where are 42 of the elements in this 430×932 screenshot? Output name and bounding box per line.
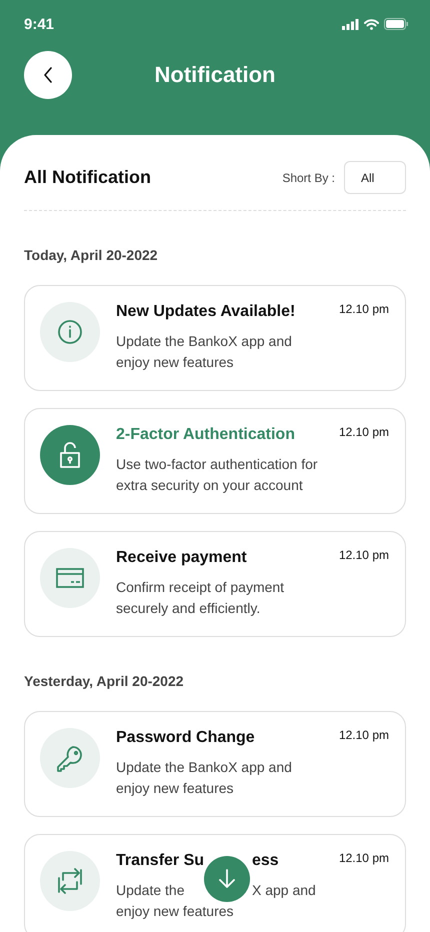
info-icon: [57, 319, 83, 345]
notification-title: 2-Factor Authentication: [116, 426, 296, 444]
notification-message: Confirm receipt of payment securely and efficiently.: [116, 578, 286, 618]
notification-card[interactable]: Password Change Update the BankoX app and enjoy new features 12.10 pm: [24, 711, 406, 817]
back-icon: [43, 67, 53, 83]
key-icon: [55, 743, 85, 773]
card-icon: [55, 567, 85, 589]
date-heading: Today, April 20-2022: [24, 247, 159, 263]
sort-label: Short By :: [282, 170, 335, 184]
notification-title: Receive payment: [116, 549, 248, 567]
notification-title: ess: [252, 852, 279, 870]
notification-time: 12.10 pm: [338, 548, 389, 562]
date-heading: Yesterday, April 20-2022: [24, 673, 185, 689]
section-title: All Notification: [24, 167, 151, 188]
notification-message: Use two-factor authentication for extra security on your account: [116, 455, 319, 495]
sort-dropdown[interactable]: All: [344, 161, 406, 194]
wifi-icon: [364, 18, 379, 30]
notification-card[interactable]: Receive payment Confirm receipt of payment securely and efficiently. 12.10 pm: [24, 531, 406, 637]
notification-time: 12.10 pm: [338, 728, 389, 742]
notification-time: 12.10 pm: [338, 851, 389, 865]
notification-message: Update the BankoX app and enjoy new features: [116, 758, 293, 798]
page-title: Notification: [154, 62, 276, 87]
notification-card[interactable]: 2-Factor Authentication Use two-factor authentication for extra security on your account 12.10 pm: [24, 408, 406, 514]
notification-message: enjoy new features: [116, 902, 235, 921]
notification-message: Update the: [116, 881, 184, 900]
battery-icon: [384, 18, 408, 30]
notification-title: New Updates Available!: [116, 303, 296, 321]
notification-message: X app and: [252, 881, 316, 900]
transfer-icon: [57, 868, 83, 894]
notification-card[interactable]: Transfer Su ess Update the X app and enjoy new features 12.10 pm: [24, 834, 406, 932]
status-time: 9:41: [24, 16, 54, 32]
unlocked-padlock-icon: [57, 441, 83, 469]
notification-title: Password Change: [116, 729, 256, 747]
scroll-down-button[interactable]: [204, 856, 250, 902]
signal-icon: [342, 18, 359, 30]
notification-title: Transfer Su: [116, 852, 204, 870]
notification-time: 12.10 pm: [338, 425, 389, 439]
notification-time: 12.10 pm: [338, 302, 389, 316]
notification-card[interactable]: New Updates Available! Update the BankoX app and enjoy new features 12.10 pm: [24, 285, 406, 391]
down-arrow-icon: [219, 869, 235, 889]
notification-message: Update the BankoX app and enjoy new features: [116, 332, 293, 372]
back-button[interactable]: [24, 51, 72, 99]
